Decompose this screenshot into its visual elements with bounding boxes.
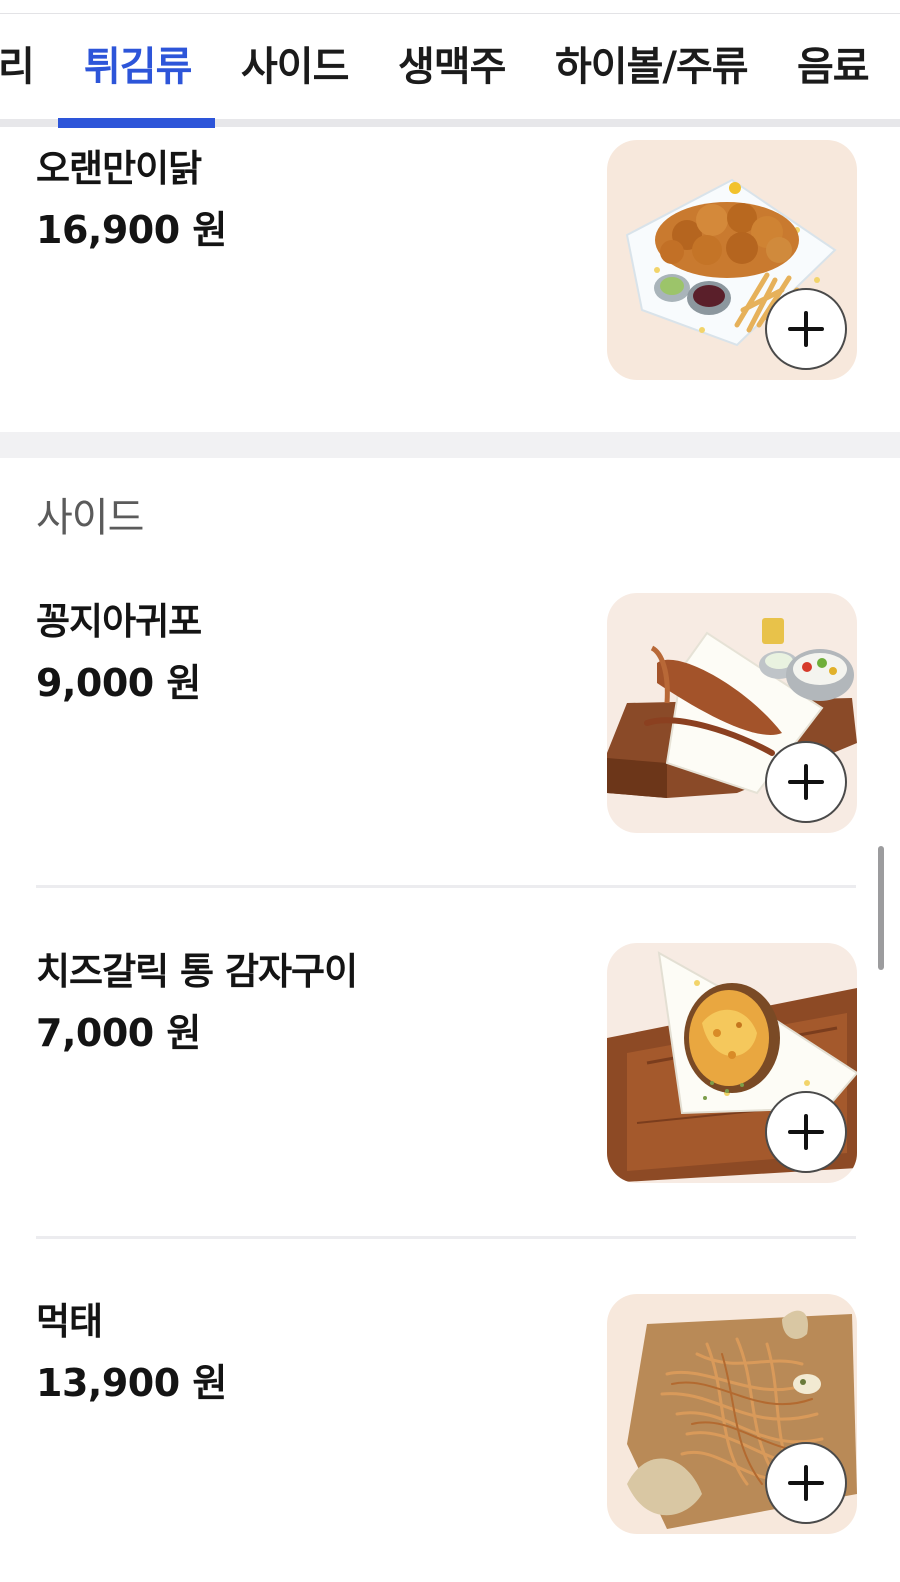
menu-item-price: 13,900 원 (36, 1361, 227, 1405)
tab-side[interactable]: 사이드 (241, 39, 349, 95)
menu-item-price: 7,000 원 (36, 1011, 201, 1055)
top-edge (0, 0, 900, 14)
tab-highball-liquor[interactable]: 하이볼/주류 (555, 39, 749, 95)
menu-item-name[interactable]: 치즈갈릭 통 감자구이 (36, 946, 358, 998)
active-tab-indicator (58, 118, 215, 128)
menu-item-price: 9,000 원 (36, 661, 201, 705)
scrollbar-thumb[interactable] (878, 846, 884, 970)
tab-drinks[interactable]: 음료 (797, 39, 870, 95)
menu-item-name[interactable]: 먹태 (36, 1296, 103, 1348)
plus-icon (788, 311, 824, 347)
add-to-cart-button[interactable] (765, 288, 847, 370)
item-divider (36, 885, 856, 888)
menu-item-name[interactable]: 꽁지아귀포 (36, 596, 202, 648)
menu-item-name[interactable]: 오랜만이닭 (36, 143, 202, 195)
item-divider (36, 1236, 856, 1239)
tab-fried[interactable]: 튀김류 (84, 39, 192, 95)
plus-icon (788, 764, 824, 800)
tab-partial-left[interactable]: 리 (0, 39, 35, 95)
plus-icon (788, 1465, 824, 1501)
plus-icon (788, 1114, 824, 1150)
add-to-cart-button[interactable] (765, 1442, 847, 1524)
tab-draft-beer[interactable]: 생맥주 (398, 39, 506, 95)
add-to-cart-button[interactable] (765, 741, 847, 823)
section-separator (0, 432, 900, 458)
add-to-cart-button[interactable] (765, 1091, 847, 1173)
category-tabbar: 리 튀김류 사이드 생맥주 하이볼/주류 음료 (0, 15, 900, 119)
section-title-side: 사이드 (36, 495, 144, 541)
menu-item-price: 16,900 원 (36, 208, 227, 252)
